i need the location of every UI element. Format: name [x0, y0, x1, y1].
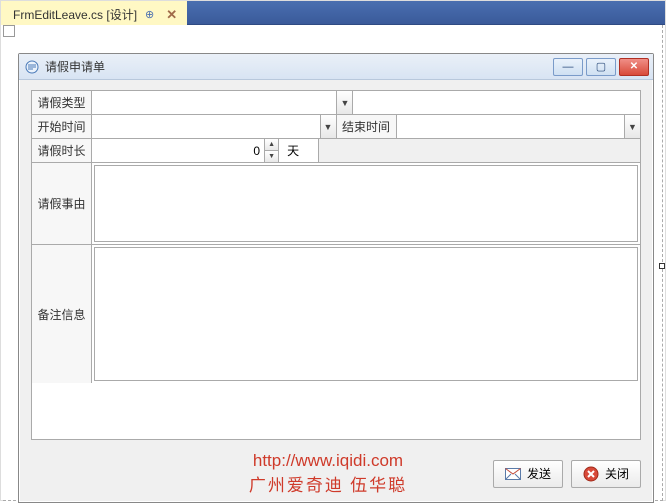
resize-handle-right[interactable] — [659, 263, 665, 269]
watermark: http://www.iqidi.com 广州爱奇迪 伍华聪 — [171, 451, 485, 496]
close-button[interactable]: 关闭 — [571, 460, 641, 488]
duration-unit: 天 — [278, 139, 318, 162]
chevron-down-icon[interactable]: ▼ — [320, 115, 336, 138]
watermark-url: http://www.iqidi.com — [171, 451, 485, 471]
close-red-icon — [583, 466, 599, 482]
close-label: 关闭 — [605, 465, 629, 482]
window-title: 请假申请单 — [45, 58, 105, 75]
maximize-button[interactable]: ▢ — [586, 58, 616, 76]
document-tab[interactable]: FrmEditLeave.cs [设计] ⊕ ✕ — [1, 1, 187, 25]
start-time-picker[interactable] — [92, 115, 320, 138]
label-reason: 请假事由 — [32, 163, 92, 244]
maximize-icon: ▢ — [596, 60, 606, 73]
duration-stepper[interactable]: 0 — [92, 139, 264, 162]
form-group: 请假类型 ▼ 开始时间 ▼ — [31, 90, 641, 440]
reason-textarea[interactable] — [94, 165, 638, 242]
chevron-down-icon[interactable]: ▼ — [336, 91, 352, 114]
close-icon: ✕ — [630, 61, 638, 72]
tab-label: FrmEditLeave.cs [设计] — [13, 6, 137, 23]
tab-strip: FrmEditLeave.cs [设计] ⊕ ✕ — [1, 1, 665, 25]
minimize-icon: — — [563, 61, 574, 73]
send-label: 发送 — [527, 465, 551, 482]
leave-type-combo[interactable] — [92, 91, 336, 114]
label-end-time: 结束时间 — [337, 115, 397, 138]
titlebar[interactable]: 请假申请单 — ▢ ✕ — [19, 54, 653, 80]
tab-close-icon[interactable]: ✕ — [166, 7, 177, 23]
remark-textarea[interactable] — [94, 247, 638, 381]
chevron-down-icon[interactable]: ▼ — [624, 115, 640, 138]
label-duration: 请假时长 — [32, 139, 92, 162]
spin-up-icon[interactable]: ▲ — [265, 139, 278, 150]
label-remark: 备注信息 — [32, 245, 92, 383]
spin-down-icon[interactable]: ▼ — [265, 150, 278, 162]
end-time-picker[interactable] — [397, 115, 625, 138]
minimize-button[interactable]: — — [553, 58, 583, 76]
watermark-text: 广州爱奇迪 伍华聪 — [171, 471, 485, 496]
label-start-time: 开始时间 — [32, 115, 92, 138]
pin-icon[interactable]: ⊕ — [145, 8, 154, 21]
send-button[interactable]: 发送 — [493, 460, 563, 488]
app-icon — [25, 60, 39, 74]
form-window[interactable]: 请假申请单 — ▢ ✕ 请假类型 ▼ — [18, 53, 654, 503]
mail-icon — [505, 468, 521, 480]
component-tray-icon[interactable] — [3, 25, 15, 37]
close-window-button[interactable]: ✕ — [619, 58, 649, 76]
design-canvas: 请假申请单 — ▢ ✕ 请假类型 ▼ — [3, 25, 663, 501]
label-leave-type: 请假类型 — [32, 91, 92, 114]
